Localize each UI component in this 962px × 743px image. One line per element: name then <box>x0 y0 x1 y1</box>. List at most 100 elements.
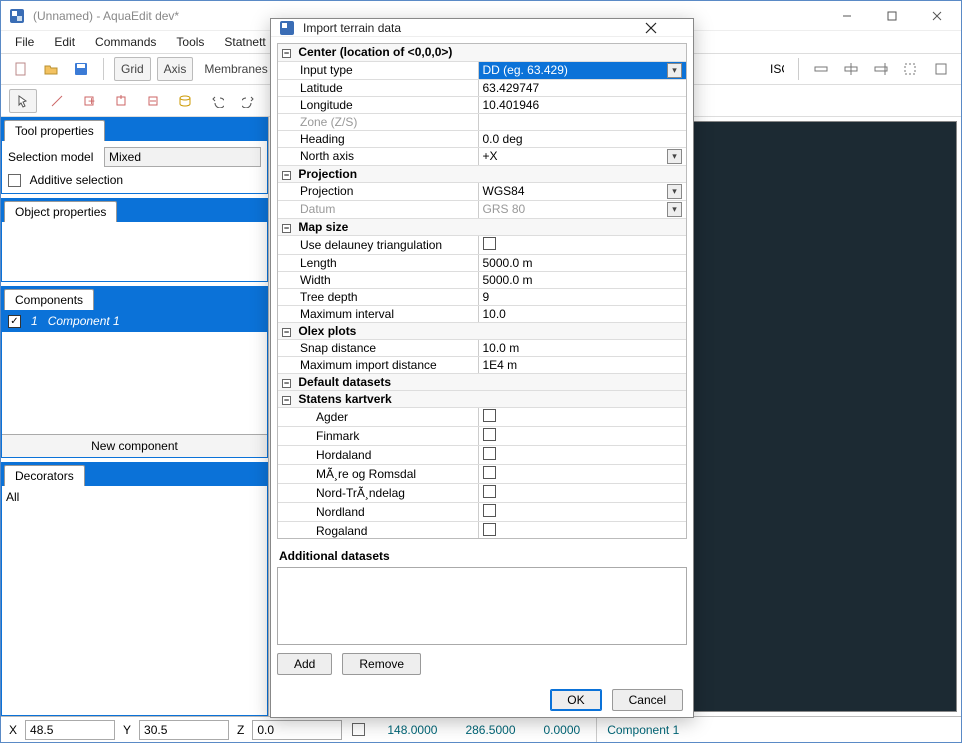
new-component-button[interactable]: New component <box>2 434 267 457</box>
property-value[interactable]: 5000.0 m <box>478 254 686 271</box>
property-value[interactable] <box>478 502 686 521</box>
ok-button[interactable]: OK <box>550 689 601 711</box>
save-icon[interactable] <box>69 57 93 81</box>
property-value[interactable]: DD (eg. 63.429)▾ <box>478 61 686 79</box>
align-icon-1[interactable]: ISO <box>764 57 788 81</box>
property-value[interactable] <box>478 407 686 426</box>
property-value[interactable] <box>478 483 686 502</box>
property-value[interactable]: 0.0 deg <box>478 130 686 147</box>
checkbox-icon[interactable] <box>483 237 496 250</box>
property-value[interactable]: 5000.0 m <box>478 271 686 288</box>
menu-file[interactable]: File <box>7 33 42 51</box>
dropdown-icon[interactable]: ▾ <box>667 63 682 78</box>
group-header[interactable]: − Map size <box>278 218 686 235</box>
components-tab[interactable]: Components <box>4 289 94 310</box>
snap-icon-1[interactable] <box>809 57 833 81</box>
status-x-input[interactable] <box>25 720 115 740</box>
property-value[interactable]: GRS 80▾ <box>478 200 686 218</box>
group-header[interactable]: − Projection <box>278 165 686 182</box>
open-folder-icon[interactable] <box>39 57 63 81</box>
property-value[interactable] <box>478 464 686 483</box>
redo-icon[interactable] <box>237 89 261 113</box>
property-value[interactable] <box>478 113 686 130</box>
object-properties-tab[interactable]: Object properties <box>4 201 117 222</box>
property-value[interactable]: 63.429747 <box>478 79 686 96</box>
line-tool-icon[interactable] <box>45 89 69 113</box>
undo-icon[interactable] <box>205 89 229 113</box>
property-value[interactable] <box>478 445 686 464</box>
property-value[interactable]: 10.0 m <box>478 339 686 356</box>
minimize-button[interactable] <box>824 1 869 30</box>
decorators-tab[interactable]: Decorators <box>4 465 85 486</box>
dropdown-icon[interactable]: ▾ <box>667 202 682 217</box>
property-value[interactable]: 1E4 m <box>478 356 686 373</box>
selection-model-dropdown[interactable]: Mixed <box>104 147 261 167</box>
membranes-button[interactable]: Membranes <box>199 57 272 81</box>
property-value[interactable]: 10.0 <box>478 305 686 322</box>
status-y-input[interactable] <box>139 720 229 740</box>
node-remove-icon[interactable] <box>141 89 165 113</box>
remove-button[interactable]: Remove <box>342 653 421 675</box>
property-key: Finmark <box>278 426 478 445</box>
property-value[interactable]: WGS84▾ <box>478 182 686 200</box>
collapse-icon[interactable]: − <box>282 171 291 180</box>
group-header[interactable]: − Olex plots <box>278 322 686 339</box>
property-value[interactable] <box>478 521 686 538</box>
grid-toggle-button[interactable]: Grid <box>114 57 151 81</box>
group-header[interactable]: − Center (location of <0,0,0>) <box>278 44 686 61</box>
snap-icon-4[interactable] <box>899 57 923 81</box>
axis-toggle-button[interactable]: Axis <box>157 57 194 81</box>
cancel-button[interactable]: Cancel <box>612 689 683 711</box>
snap-icon-3[interactable] <box>869 57 893 81</box>
component-item[interactable]: ✓ 1 Component 1 <box>2 310 267 332</box>
database-icon[interactable] <box>173 89 197 113</box>
status-checkbox[interactable] <box>352 723 365 736</box>
dropdown-icon[interactable]: ▾ <box>667 149 682 164</box>
additional-datasets-label: Additional datasets <box>277 545 687 567</box>
pointer-tool-icon[interactable] <box>9 89 37 113</box>
collapse-icon[interactable]: − <box>282 224 291 233</box>
menu-tools[interactable]: Tools <box>168 33 212 51</box>
property-value[interactable]: 10.401946 <box>478 96 686 113</box>
snap-icon-5[interactable] <box>929 57 953 81</box>
status-z-input[interactable] <box>252 720 342 740</box>
collapse-icon[interactable]: − <box>282 396 291 405</box>
additive-selection-checkbox[interactable]: Additive selection <box>8 173 261 187</box>
tool-properties-tab[interactable]: Tool properties <box>4 120 105 141</box>
property-value[interactable]: 9 <box>478 288 686 305</box>
checkbox-icon[interactable] <box>483 447 496 460</box>
add-button[interactable]: Add <box>277 653 332 675</box>
checkbox-icon[interactable] <box>483 523 496 536</box>
menu-edit[interactable]: Edit <box>46 33 83 51</box>
dialog-close-button[interactable] <box>645 22 685 34</box>
close-button[interactable] <box>914 1 959 30</box>
dropdown-icon[interactable]: ▾ <box>667 184 682 199</box>
new-file-icon[interactable] <box>9 57 33 81</box>
checkbox-icon[interactable] <box>483 485 496 498</box>
menu-commands[interactable]: Commands <box>87 33 164 51</box>
node-add-icon[interactable]: + <box>77 89 101 113</box>
group-header[interactable]: − Statens kartverk <box>278 390 686 407</box>
menu-statnett[interactable]: Statnett <box>216 33 273 51</box>
node-insert-icon[interactable] <box>109 89 133 113</box>
check-icon[interactable]: ✓ <box>8 315 21 328</box>
collapse-icon[interactable]: − <box>282 379 291 388</box>
snap-icon-2[interactable] <box>839 57 863 81</box>
property-value[interactable] <box>478 426 686 445</box>
property-value[interactable]: +X▾ <box>478 147 686 165</box>
maximize-button[interactable] <box>869 1 914 30</box>
additional-datasets-list[interactable] <box>277 567 687 645</box>
property-key: Length <box>278 254 478 271</box>
collapse-icon[interactable]: − <box>282 328 291 337</box>
collapse-icon[interactable]: − <box>282 49 291 58</box>
property-key: Use delauney triangulation <box>278 235 478 254</box>
checkbox-icon[interactable] <box>483 504 496 517</box>
checkbox-icon[interactable] <box>483 409 496 422</box>
checkbox-icon[interactable] <box>483 428 496 441</box>
checkbox-icon[interactable] <box>483 466 496 479</box>
group-header[interactable]: − Default datasets <box>278 373 686 390</box>
property-value[interactable] <box>478 235 686 254</box>
decorators-panel: All <box>1 486 268 716</box>
statusbar: X Y Z 148.0000 286.5000 0.0000 Component… <box>1 716 961 742</box>
checkbox-icon <box>8 174 21 187</box>
